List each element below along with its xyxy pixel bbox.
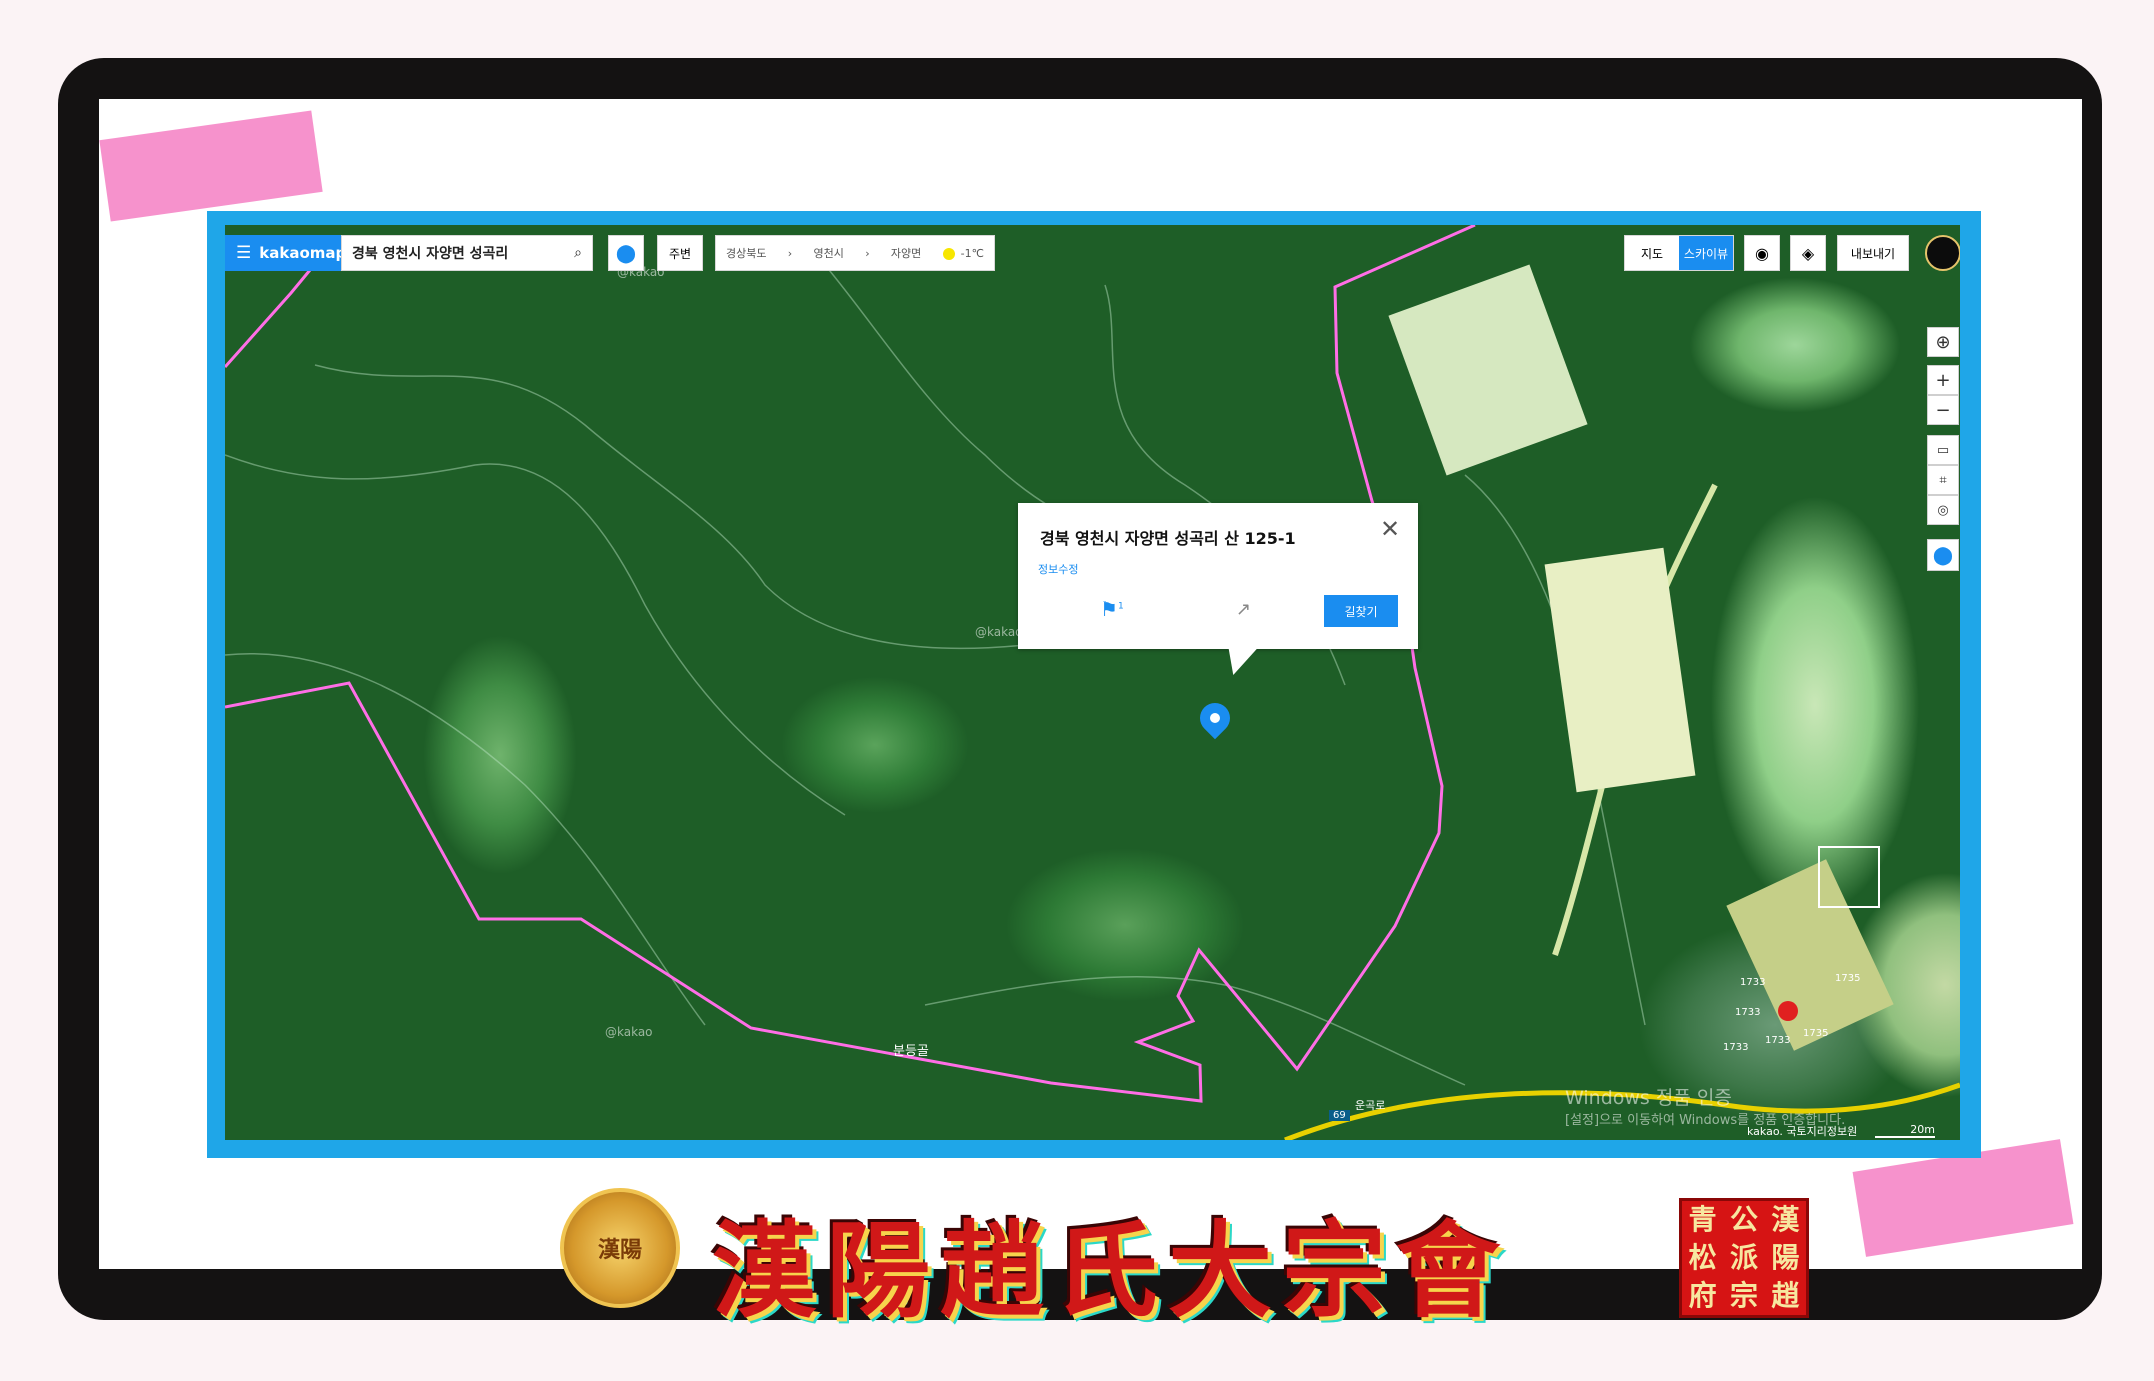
windows-activation-title: Windows 정품 인증 [1565,1087,1732,1109]
close-icon[interactable]: ✕ [1380,515,1400,543]
favorite-place-button[interactable]: ⬤ [1927,539,1959,571]
skyview-map[interactable]: @kakao @kakao @kakao ☰ kakaomap 경북 영천시 자… [225,225,1960,1140]
zoom-out-button[interactable]: − [1927,395,1959,425]
road-number-badge: 69 [1329,1110,1350,1121]
roadview-button[interactable]: ◉ [1744,235,1780,271]
lot-number: 1733 [1723,1042,1749,1053]
lot-number: 1733 [1765,1035,1791,1046]
map-type-toggle: 지도 스카이뷰 [1624,235,1734,271]
distance-tool-button[interactable]: ▭ [1927,435,1959,465]
search-input[interactable]: 경북 영천시 자양면 성곡리 ⌕ [341,235,593,271]
map-copyright: kakao. 국토지리정보원 [1747,1125,1858,1138]
contour-line [924,975,1466,1086]
parcel-boundary-line [225,225,1476,1103]
seal-char: 松 [1688,1241,1717,1274]
plus-icon: + [1935,369,1951,391]
bookmark-icon: ⚑ [1100,597,1118,621]
seal-char: 公 [1729,1203,1758,1236]
export-button[interactable]: 내보내기 [1837,235,1909,271]
area-tool-button[interactable]: ⌗ [1927,465,1959,495]
tab-map[interactable]: 지도 [1625,236,1679,270]
avatar[interactable] [1925,235,1960,271]
radius-tool-button[interactable]: ◎ [1927,495,1959,525]
nearby-button[interactable]: 주변 [657,235,703,271]
pin-icon: ⬤ [1932,544,1954,566]
route-button[interactable]: 길찾기 [1324,595,1398,627]
field-area [1726,859,1894,1051]
lot-number: 1735 [1803,1028,1829,1039]
zoom-in-button[interactable]: + [1927,365,1959,395]
lot-number: 1735 [1835,973,1861,984]
area-icon: ⌗ [1939,472,1947,488]
tab-skyview[interactable]: 스카이뷰 [1679,236,1733,270]
parcel-boundary-line-upper [225,269,312,368]
clan-banner-title: 漢陽趙氏大宗會 [712,1209,1511,1332]
breadcrumb-item[interactable]: 영천시 [814,245,844,261]
lot-number: 1733 [1735,1007,1761,1018]
minus-icon: − [1935,399,1951,421]
seal-char: 青 [1688,1203,1717,1236]
search-icon[interactable]: ⌕ [574,245,582,261]
export-label: 내보내기 [1850,246,1896,261]
compass-icon: ◎ [1937,502,1949,518]
seal-char: 派 [1729,1241,1758,1274]
ruler-icon: ▭ [1936,442,1950,458]
weather: -1℃ [942,246,984,260]
sun-icon [942,247,955,260]
lot-number: 1733 [1740,977,1766,988]
current-location-button[interactable]: ⊕ [1927,327,1959,357]
nearby-label: 주변 [668,246,692,261]
chevron-right-icon: › [865,246,870,260]
bookmark-button[interactable]: ⚑1 [1100,597,1124,621]
kakaomap-logo-button[interactable]: ☰ kakaomap [225,235,346,271]
red-seal-stamp: 青 公 漢 松 派 陽 府 宗 趙 [1679,1198,1809,1318]
breadcrumb: 경상북도 › 영천시 › 자양면 -1℃ [715,235,995,271]
temperature: -1℃ [960,246,984,260]
seal-char: 宗 [1729,1279,1758,1312]
contour-line [314,364,1026,650]
seal-char: 趙 [1771,1279,1800,1312]
chevron-right-icon: › [787,246,793,260]
edit-info-link[interactable]: 정보수정 [1038,561,1078,577]
field-area [1544,547,1696,793]
layers-icon: ◈ [1801,243,1815,263]
popup-address: 경북 영천시 자양면 성곡리 산 125-1 [1040,529,1296,548]
contour-line [225,454,846,816]
map-overlay [225,225,1960,1140]
share-icon[interactable]: ↗ [1236,599,1251,620]
roadview-icon: ◉ [1755,243,1769,263]
search-value: 경북 영천시 자양면 성곡리 [352,246,509,262]
location-pin-icon: ⬤ [615,242,637,264]
breadcrumb-item[interactable]: 경상북도 [726,245,766,261]
crosshair-icon: ⊕ [1935,331,1951,353]
emblem-text: 漢陽 [597,1237,642,1263]
route-label: 길찾기 [1344,604,1378,619]
tile-watermark: @kakao [975,625,1023,639]
map-screenshot-frame: @kakao @kakao @kakao ☰ kakaomap 경북 영천시 자… [207,211,1981,1158]
scale-bar: 20m [1875,1123,1935,1138]
star-marker-icon [1778,1001,1798,1021]
tile-watermark: @kakao [605,1025,653,1039]
clan-emblem-logo: 漢陽 [560,1188,680,1308]
menu-icon[interactable]: ☰ [236,243,251,263]
seal-char: 陽 [1771,1241,1800,1274]
my-place-pin-button[interactable]: ⬤ [608,235,644,271]
save-count: 1 [1117,601,1124,612]
breadcrumb-item[interactable]: 자양면 [891,245,921,261]
road-name: 운곡로 [1355,1099,1386,1112]
field-area [1388,264,1588,476]
address-popup: 경북 영천시 자양면 성곡리 산 125-1 정보수정 ✕ ⚑1 ↗ 길찾기 [1018,503,1418,649]
poi-label[interactable]: 분등골 [893,1040,929,1059]
seal-char: 府 [1688,1279,1717,1312]
seal-char: 漢 [1771,1203,1800,1236]
contour-line [225,653,706,1026]
logo-text: kakaomap [259,244,347,262]
layers-button[interactable]: ◈ [1790,235,1826,271]
